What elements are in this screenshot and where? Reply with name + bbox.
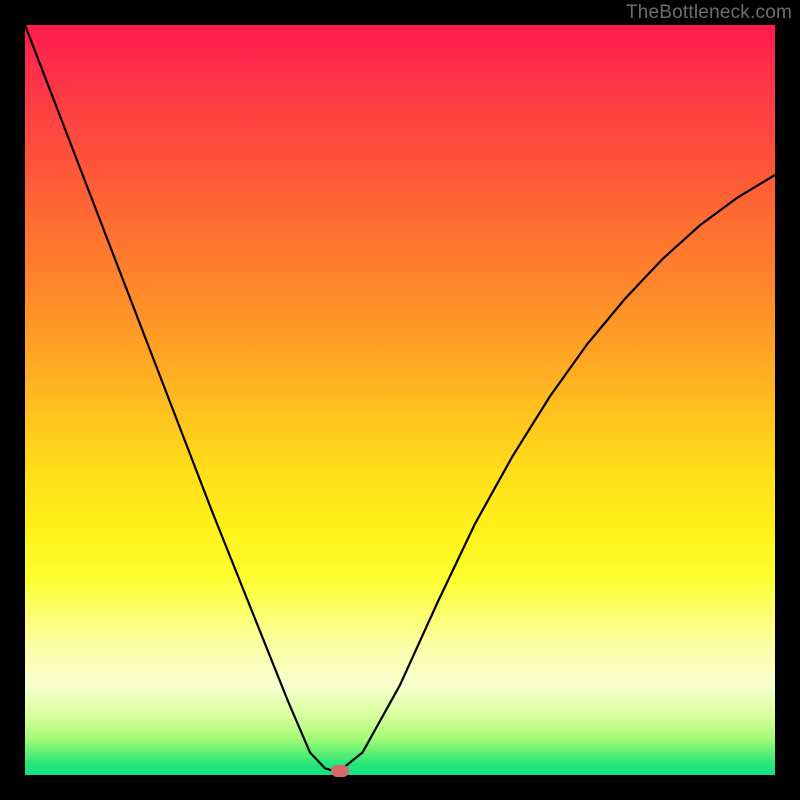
curve-svg	[25, 25, 775, 775]
chart-frame: TheBottleneck.com	[0, 0, 800, 800]
plot-area	[25, 25, 775, 775]
watermark-text: TheBottleneck.com	[626, 2, 792, 24]
optimum-marker	[331, 765, 349, 777]
bottleneck-curve	[25, 25, 775, 771]
